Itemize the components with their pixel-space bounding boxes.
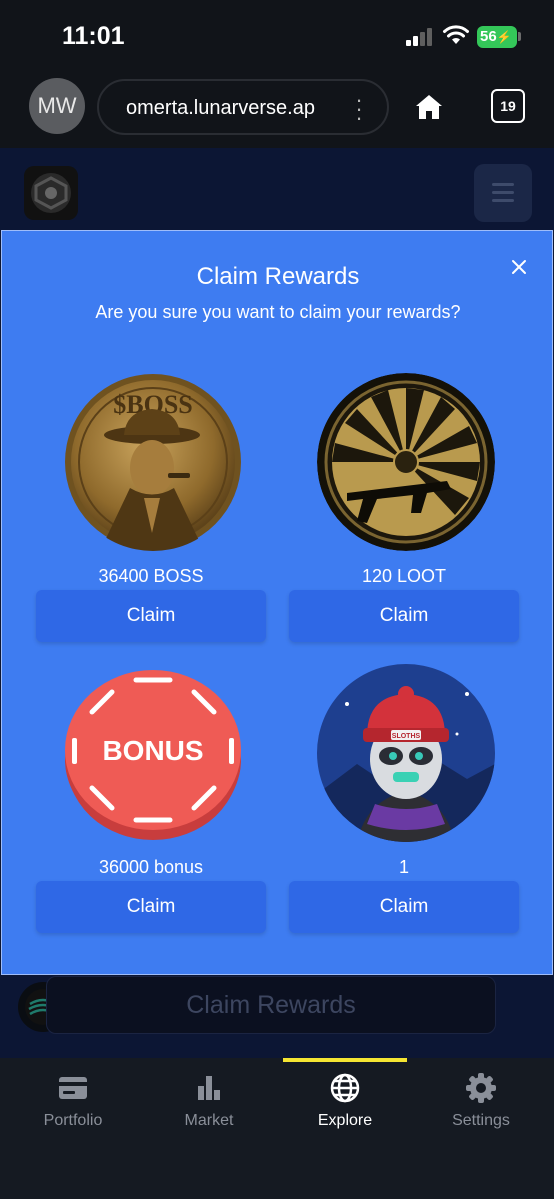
menu-line	[492, 191, 514, 194]
wifi-icon	[443, 25, 469, 44]
battery-level: 56	[480, 28, 497, 45]
claim-loot-button[interactable]: Claim	[289, 590, 519, 642]
claim-rewards-modal: Claim Rewards Are you sure you want to c…	[1, 230, 553, 975]
close-icon[interactable]	[507, 255, 531, 279]
sloth-nft-image: SLOTHS	[317, 664, 495, 842]
claim-rewards-button[interactable]: Claim Rewards	[46, 976, 496, 1034]
nav-label: Settings	[452, 1112, 510, 1129]
profile-avatar[interactable]: MW	[29, 78, 85, 134]
claim-nft-button[interactable]: Claim	[289, 881, 519, 933]
status-bar: 11:01 56⚡	[0, 0, 554, 70]
nav-label: Explore	[317, 1112, 373, 1129]
wallet-icon	[59, 1077, 87, 1099]
home-icon[interactable]	[414, 92, 444, 122]
claim-bonus-button[interactable]: Claim	[36, 881, 266, 933]
nav-label: Market	[184, 1112, 234, 1129]
battery-indicator: 56⚡	[477, 26, 517, 48]
claim-boss-button[interactable]: Claim	[36, 590, 266, 642]
site-logo[interactable]	[24, 166, 78, 220]
nav-settings[interactable]: Settings	[412, 1072, 550, 1142]
bar-chart-icon	[198, 1076, 220, 1100]
status-time: 11:01	[62, 22, 125, 50]
menu-line	[492, 183, 514, 186]
gear-icon	[466, 1073, 496, 1103]
reward-card-nft: SLOTHS 1 Claim	[289, 664, 519, 934]
chip-text: BONUS	[102, 735, 203, 766]
menu-button[interactable]	[474, 164, 532, 222]
battery-cap	[518, 32, 521, 41]
nav-label: Portfolio	[43, 1112, 103, 1129]
browser-toolbar: MW omerta.lunarverse.ap · · · 19	[0, 70, 554, 148]
reward-amount: 36000 bonus	[98, 857, 204, 877]
bottom-navigation: Portfolio Market Explore Settings	[0, 1058, 554, 1199]
nav-explore[interactable]: Explore	[276, 1072, 414, 1142]
address-bar[interactable]: omerta.lunarverse.ap · · ·	[97, 79, 389, 135]
url-text: omerta.lunarverse.ap	[126, 97, 315, 119]
app-screen: 11:01 56⚡ MW omerta.lunarverse.ap · · · 19	[0, 0, 554, 1199]
loot-token-image	[317, 373, 495, 551]
hat-text: SLOTHS	[392, 733, 421, 740]
reward-amount: 1	[398, 857, 409, 877]
boss-coin-image: $BOSS	[64, 373, 242, 551]
modal-title: Claim Rewards	[196, 263, 360, 290]
charging-bolt-icon: ⚡	[496, 30, 512, 44]
reward-amount: 36400 BOSS	[98, 566, 204, 586]
cellular-signal-icon	[406, 28, 432, 46]
globe-icon	[330, 1073, 360, 1103]
reward-card-bonus: BONUS 36000 bonus Claim	[36, 664, 266, 934]
reward-card-loot: 120 LOOT Claim	[289, 373, 519, 643]
more-options-icon[interactable]: · · ·	[351, 89, 367, 129]
bonus-chip-image: BONUS	[64, 664, 242, 842]
reward-card-boss: $BOSS 36400 BOSS Claim	[36, 373, 266, 643]
reward-amount: 120 LOOT	[361, 566, 447, 586]
nav-market[interactable]: Market	[140, 1072, 278, 1142]
menu-line	[492, 199, 514, 202]
tabs-count-button[interactable]: 19	[491, 89, 525, 123]
active-tab-indicator	[283, 1058, 407, 1062]
omerta-logo-icon	[31, 173, 71, 213]
modal-subtitle: Are you sure you want to claim your rewa…	[95, 302, 461, 322]
nav-portfolio[interactable]: Portfolio	[4, 1072, 142, 1142]
